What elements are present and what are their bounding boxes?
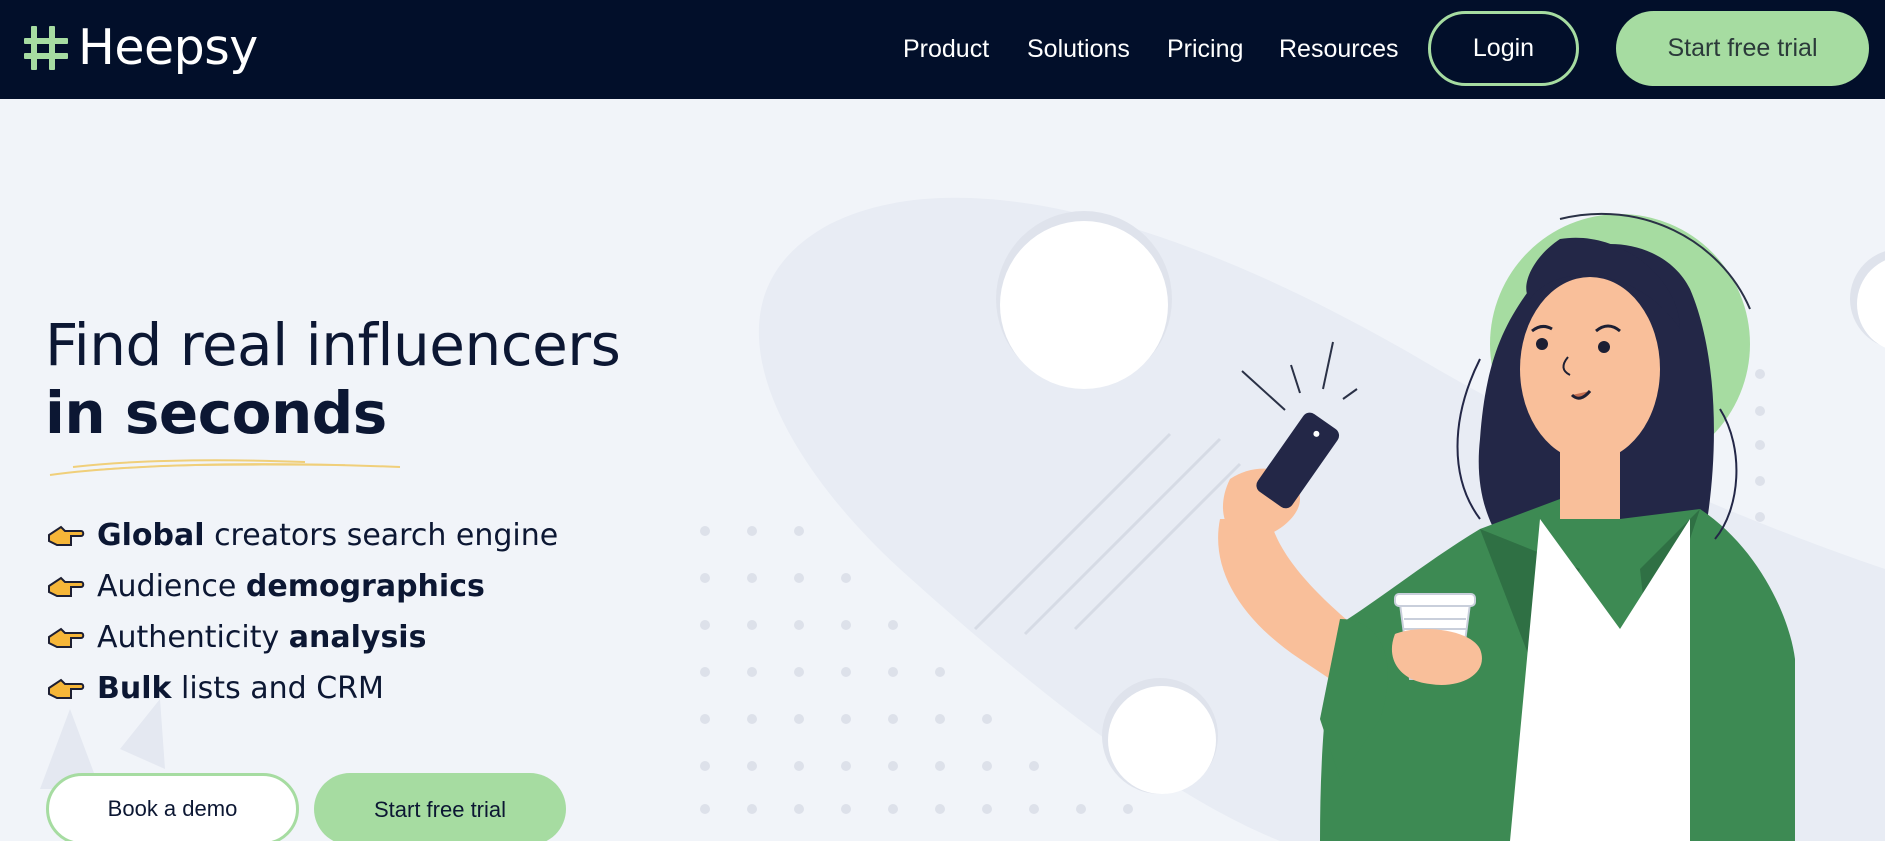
scribble-underline [49,459,401,476]
feature-text: lists and CRM [171,671,384,706]
feature-text: creators search engine [204,518,559,553]
feature-item-bulk: Bulk lists and CRM [47,663,558,714]
feature-list: Global creators search engine Audience d… [47,510,558,714]
start-free-trial-nav-button[interactable]: Start free trial [1616,11,1869,86]
headline-line-1: Find real influencers [45,311,621,379]
book-demo-button[interactable]: Book a demo [46,773,299,841]
hero-section: Find real influencers in seconds Global … [0,99,1885,841]
login-button[interactable]: Login [1428,11,1579,86]
pointing-hand-icon [48,678,85,699]
pointing-hand-icon [48,627,85,648]
start-free-trial-hero-button[interactable]: Start free trial [314,773,566,841]
hero-headline: Find real influencers in seconds [45,311,621,447]
feature-text: Authenticity [97,620,289,655]
brand-name: Heepsy [78,19,258,76]
nav-resources[interactable]: Resources [1279,33,1399,65]
feature-text: Audience [97,569,246,604]
nav-pricing[interactable]: Pricing [1167,33,1243,65]
feature-item-global: Global creators search engine [47,510,558,561]
decor-circle [1108,686,1216,794]
pointing-hand-icon [48,525,85,546]
hash-logo-icon [24,26,68,70]
nav-product[interactable]: Product [903,33,989,65]
decor-circle [1000,221,1168,389]
pointing-hand-icon [48,576,85,597]
top-navbar: Heepsy Product Solutions Pricing Resourc… [0,0,1885,99]
feature-item-analysis: Authenticity analysis [47,612,558,663]
face [1520,277,1660,461]
feature-bold: demographics [245,569,485,604]
feature-item-demographics: Audience demographics [47,561,558,612]
feature-bold: Global [97,518,205,553]
headline-line-2: in seconds [45,379,387,447]
feature-bold: analysis [288,620,427,655]
brand-logo[interactable]: Heepsy [22,18,258,78]
nav-solutions[interactable]: Solutions [1027,33,1130,65]
feature-bold: Bulk [97,671,172,706]
